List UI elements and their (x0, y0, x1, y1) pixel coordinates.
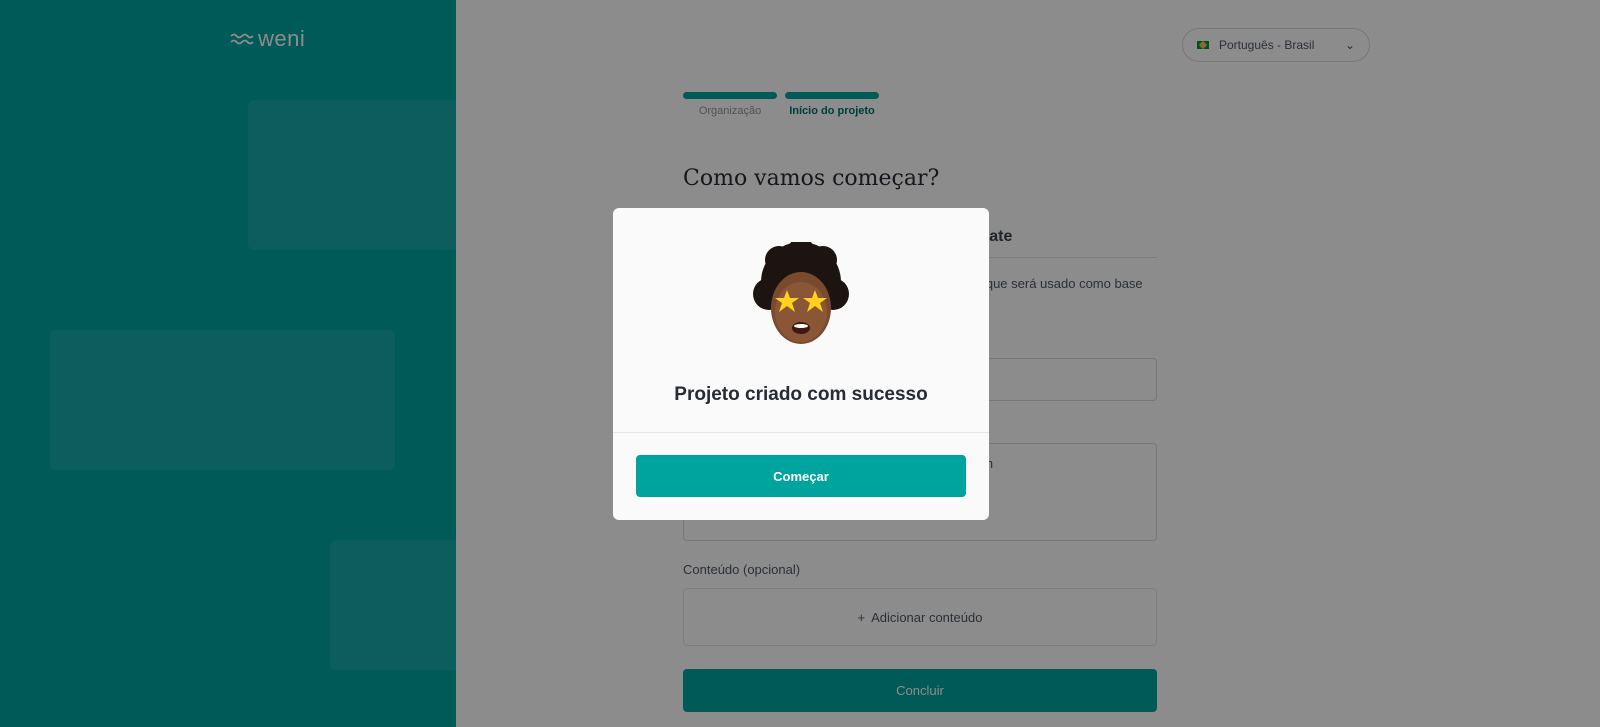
modal-divider (613, 432, 989, 433)
memoji-avatar (749, 238, 853, 354)
success-modal: Projeto criado com sucesso Começar (613, 208, 989, 520)
start-button[interactable]: Começar (636, 455, 966, 497)
modal-title: Projeto criado com sucesso (674, 384, 928, 405)
